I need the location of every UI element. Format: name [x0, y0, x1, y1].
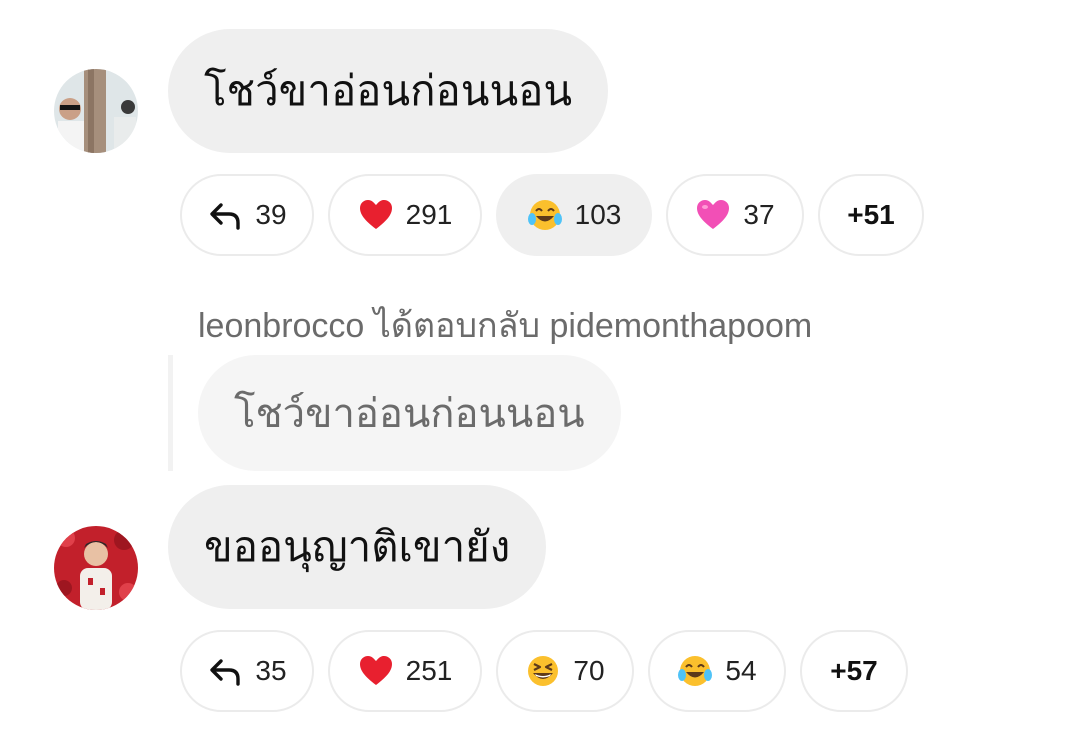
- more-reactions-button[interactable]: +57: [800, 630, 908, 712]
- reaction-grinning-squint[interactable]: 70: [496, 630, 634, 712]
- comment-text: โชว์ขาอ่อนก่อนนอน: [204, 66, 573, 115]
- reaction-bar: 35 251 70 54 +57: [180, 630, 922, 712]
- reply-header: leonbrocco ได้ตอบกลับ pidemonthapoom: [198, 307, 813, 345]
- reaction-bar: 39 291 103 37 +51: [180, 174, 938, 256]
- reaction-red-heart[interactable]: 291: [328, 174, 482, 256]
- reply-arrow-icon: [207, 653, 243, 689]
- comment-bubble[interactable]: โชว์ขาอ่อนก่อนนอน: [168, 29, 609, 153]
- reply-button[interactable]: 35: [180, 630, 314, 712]
- quoted-comment[interactable]: โชว์ขาอ่อนก่อนนอน: [198, 355, 621, 471]
- tears-of-joy-icon: [527, 197, 563, 233]
- reply-button[interactable]: 39: [180, 174, 314, 256]
- pink-heart-icon: [695, 197, 731, 233]
- reply-arrow-icon: [207, 197, 243, 233]
- comment-thread: โชว์ขาอ่อนก่อนนอน 39 291 103 37 +51 leon…: [0, 0, 1080, 736]
- grinning-squint-icon: [525, 653, 561, 689]
- red-heart-icon: [358, 653, 394, 689]
- tears-of-joy-icon: [677, 653, 713, 689]
- avatar[interactable]: [54, 526, 138, 610]
- comment-text: ขออนุญาติเขายัง: [204, 522, 511, 571]
- reaction-tears-of-joy[interactable]: 103: [496, 174, 652, 256]
- reaction-red-heart[interactable]: 251: [328, 630, 482, 712]
- more-reactions-button[interactable]: +51: [818, 174, 924, 256]
- quoted-text: โชว์ขาอ่อนก่อนนอน: [234, 391, 585, 437]
- red-heart-icon: [358, 197, 394, 233]
- reaction-pink-heart[interactable]: 37: [666, 174, 804, 256]
- comment-bubble[interactable]: ขออนุญาติเขายัง: [168, 485, 547, 609]
- reaction-tears-of-joy[interactable]: 54: [648, 630, 786, 712]
- quote-indicator: [168, 355, 173, 471]
- avatar[interactable]: [54, 69, 138, 153]
